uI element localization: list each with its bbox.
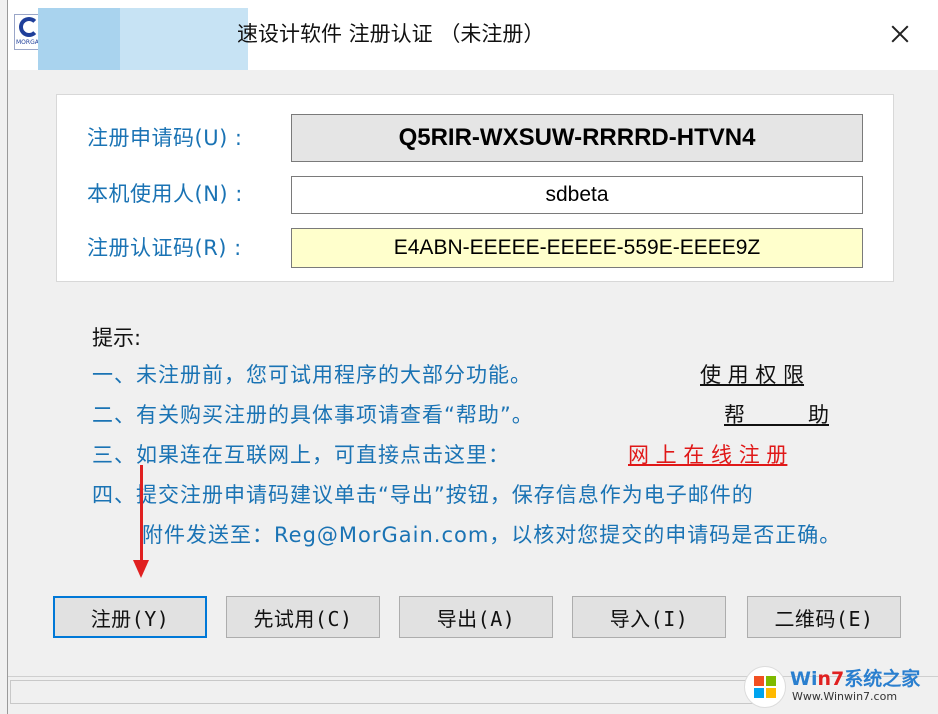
redacted-title-block — [120, 8, 248, 74]
tips-heading: 提示: — [92, 326, 142, 350]
logo-glyph — [19, 17, 39, 37]
window-title: 速设计软件 注册认证 （未注册） — [237, 22, 545, 46]
tip-line-5: 附件发送至：Reg@MorGain.com，以核对您提交的申请码是否正确。 — [142, 523, 842, 547]
status-panel — [10, 680, 772, 704]
tip-line-4: 四、提交注册申请码建议单击“导出”按钮，保存信息作为电子邮件的 — [92, 483, 754, 507]
tip-line-1: 一、未注册前，您可试用程序的大部分功能。 — [92, 363, 532, 387]
auth-code-field[interactable]: E4ABN-EEEEE-EEEEE-559E-EEEE9Z — [291, 228, 863, 268]
windows-logo-icon — [744, 666, 786, 708]
dialog-client-area: 注册申请码(U) : Q5RIR-WXSUW-RRRRD-HTVN4 本机使用人… — [8, 70, 938, 714]
registration-fields-group: 注册申请码(U) : Q5RIR-WXSUW-RRRRD-HTVN4 本机使用人… — [56, 94, 894, 282]
import-button[interactable]: 导入(I) — [572, 596, 726, 638]
dialog-window: MORGAIN 速设计软件 注册认证 （未注册） 注册申请码(U) : Q5RI… — [7, 0, 938, 714]
request-code-field[interactable]: Q5RIR-WXSUW-RRRRD-HTVN4 — [291, 114, 863, 162]
annotation-arrow-shaft — [140, 465, 143, 565]
register-button[interactable]: 注册(Y) — [53, 596, 207, 638]
request-code-label: 注册申请码(U) : — [87, 126, 243, 150]
trial-button[interactable]: 先试用(C) — [226, 596, 380, 638]
user-name-label: 本机使用人(N) : — [87, 182, 243, 206]
help-link[interactable]: 帮 助 — [724, 399, 829, 429]
annotation-arrow-head — [133, 560, 149, 578]
qrcode-button[interactable]: 二维码(E) — [747, 596, 901, 638]
watermark-url: Www.Winwin7.com — [792, 690, 898, 703]
tip-line-2: 二、有关购买注册的具体事项请查看“帮助”。 — [92, 403, 534, 427]
tip-line-3: 三、如果连在互联网上，可直接点击这里： — [92, 443, 510, 467]
register-online-link[interactable]: 网 上 在 线 注 册 — [628, 439, 787, 469]
export-button[interactable]: 导出(A) — [399, 596, 553, 638]
title-bar: MORGAIN 速设计软件 注册认证 （未注册） — [8, 0, 938, 74]
user-name-field[interactable]: sdbeta — [291, 176, 863, 214]
usage-limits-link[interactable]: 使 用 权 限 — [700, 359, 804, 389]
site-watermark: Win7系统之家 Www.Winwin7.com — [738, 662, 938, 714]
redacted-title-block — [38, 8, 120, 74]
watermark-title-accent: n7 — [817, 668, 845, 690]
watermark-title: Win7系统之家 — [790, 664, 920, 691]
watermark-title-suffix: 系统之家 — [844, 668, 921, 690]
auth-code-label: 注册认证码(R) : — [87, 236, 242, 260]
close-icon[interactable] — [878, 14, 922, 54]
watermark-title-prefix: Wi — [790, 668, 818, 690]
